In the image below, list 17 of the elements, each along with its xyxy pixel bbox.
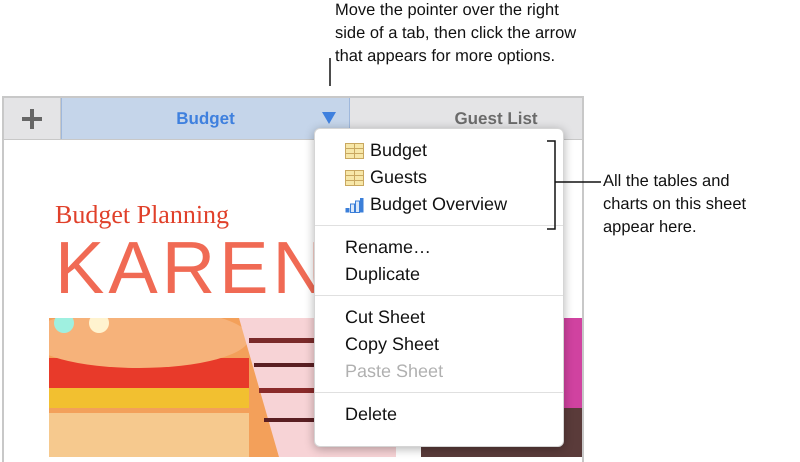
callout-text: Move the pointer over the right side of a tab, then click the arrow that appears for more options. bbox=[335, 0, 576, 67]
menu-item[interactable]: Guests bbox=[315, 164, 563, 191]
menu-item[interactable]: Delete bbox=[315, 401, 563, 428]
plus-icon bbox=[21, 108, 43, 130]
table-icon bbox=[345, 142, 364, 158]
bar-chart-icon bbox=[345, 196, 364, 212]
menu-item[interactable]: Cut Sheet bbox=[315, 304, 563, 331]
menu-item[interactable]: Budget bbox=[315, 137, 563, 164]
table-icon bbox=[345, 170, 364, 186]
dropdown-arrow-icon[interactable] bbox=[322, 112, 336, 124]
menu-item[interactable]: Copy Sheet bbox=[315, 331, 563, 358]
callout-text: All the tables and charts on this sheet appear here. bbox=[603, 171, 746, 238]
menu-item[interactable]: Duplicate bbox=[315, 261, 563, 288]
sheet-heading: Budget Planning bbox=[55, 200, 230, 230]
menu-item[interactable]: Rename… bbox=[315, 234, 563, 261]
sheet-tab[interactable]: Guest List bbox=[350, 98, 582, 139]
menu-item[interactable]: Budget Overview bbox=[315, 191, 563, 218]
